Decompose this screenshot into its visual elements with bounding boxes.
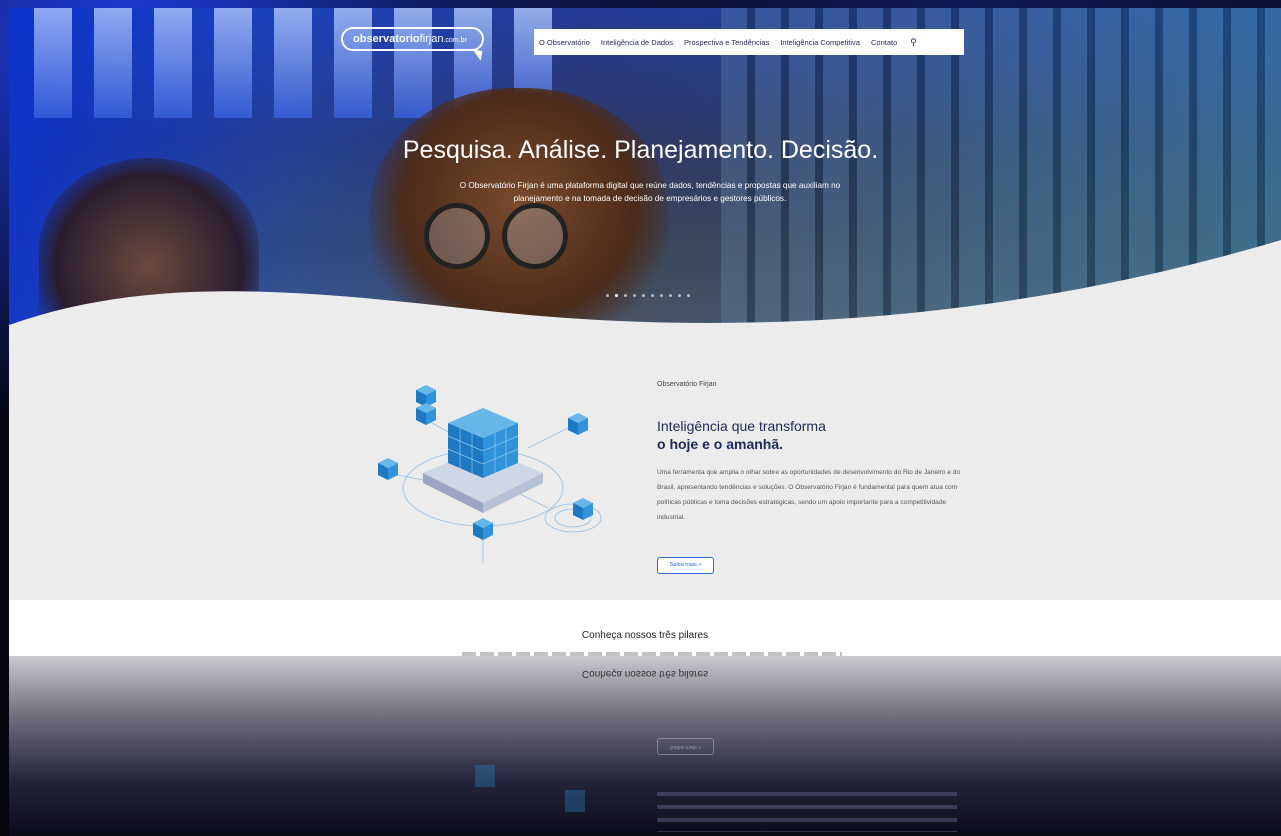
carousel-dot[interactable] <box>642 294 645 297</box>
carousel-dot[interactable] <box>606 294 609 297</box>
saiba-mais-button[interactable]: Saiba mais » <box>657 557 714 574</box>
carousel-dot[interactable] <box>615 294 618 297</box>
nav-item-contato[interactable]: Contato <box>871 38 897 47</box>
mirror-reflection <box>9 656 1281 836</box>
nav-item-inteligencia-de-dados[interactable]: Inteligência de Dados <box>601 38 673 47</box>
carousel-dot[interactable] <box>651 294 654 297</box>
reflected-cube <box>565 790 585 812</box>
about-section <box>9 335 1281 600</box>
presentation-stage: observatoriofirjan.com.br O Observatório… <box>0 0 1281 836</box>
cube-cluster <box>447 408 519 478</box>
hero-wave-divider <box>9 240 1281 350</box>
site-logo[interactable]: observatoriofirjan.com.br <box>341 27 484 51</box>
reflected-saiba-mais-button: Saiba mais » <box>657 738 714 755</box>
about-paragraph: Uma ferramenta que amplia o olhar sobre … <box>657 469 961 521</box>
pillars-title: Conheça nossos três pilares <box>581 630 709 641</box>
nav-item-prospectiva-e-tendencias[interactable]: Prospectiva e Tendências <box>684 38 769 47</box>
search-icon[interactable]: ⚲ <box>910 37 917 48</box>
nav-item-inteligencia-competitiva[interactable]: Inteligência Competitiva <box>780 38 860 47</box>
carousel-dot[interactable] <box>624 294 627 297</box>
hero-subtitle: O Observatório Firjan é uma plataforma d… <box>459 181 841 203</box>
hero-title: Pesquisa. Análise. Planejamento. Decisão… <box>402 136 879 164</box>
data-cubes-illustration <box>378 385 602 563</box>
reflected-paragraph <box>657 792 957 832</box>
about-heading-line2: o hoje e o amanhã. <box>657 436 784 452</box>
carousel-dot[interactable] <box>687 294 690 297</box>
reflected-pillars-title: Conheça nossos três pilares <box>581 668 709 679</box>
carousel-dot[interactable] <box>669 294 672 297</box>
nav-item-o-observatorio[interactable]: O Observatório <box>539 38 590 47</box>
main-navigation: O Observatório Inteligência de Dados Pro… <box>534 29 964 55</box>
about-heading-line1: Inteligência que transforma <box>657 418 826 434</box>
carousel-dot[interactable] <box>660 294 663 297</box>
pillars-section <box>9 600 1281 656</box>
carousel-dots <box>606 294 690 297</box>
about-kicker: Observatório Firjan <box>657 381 717 388</box>
carousel-dot[interactable] <box>633 294 636 297</box>
reflected-cube <box>475 765 495 787</box>
carousel-dot[interactable] <box>678 294 681 297</box>
